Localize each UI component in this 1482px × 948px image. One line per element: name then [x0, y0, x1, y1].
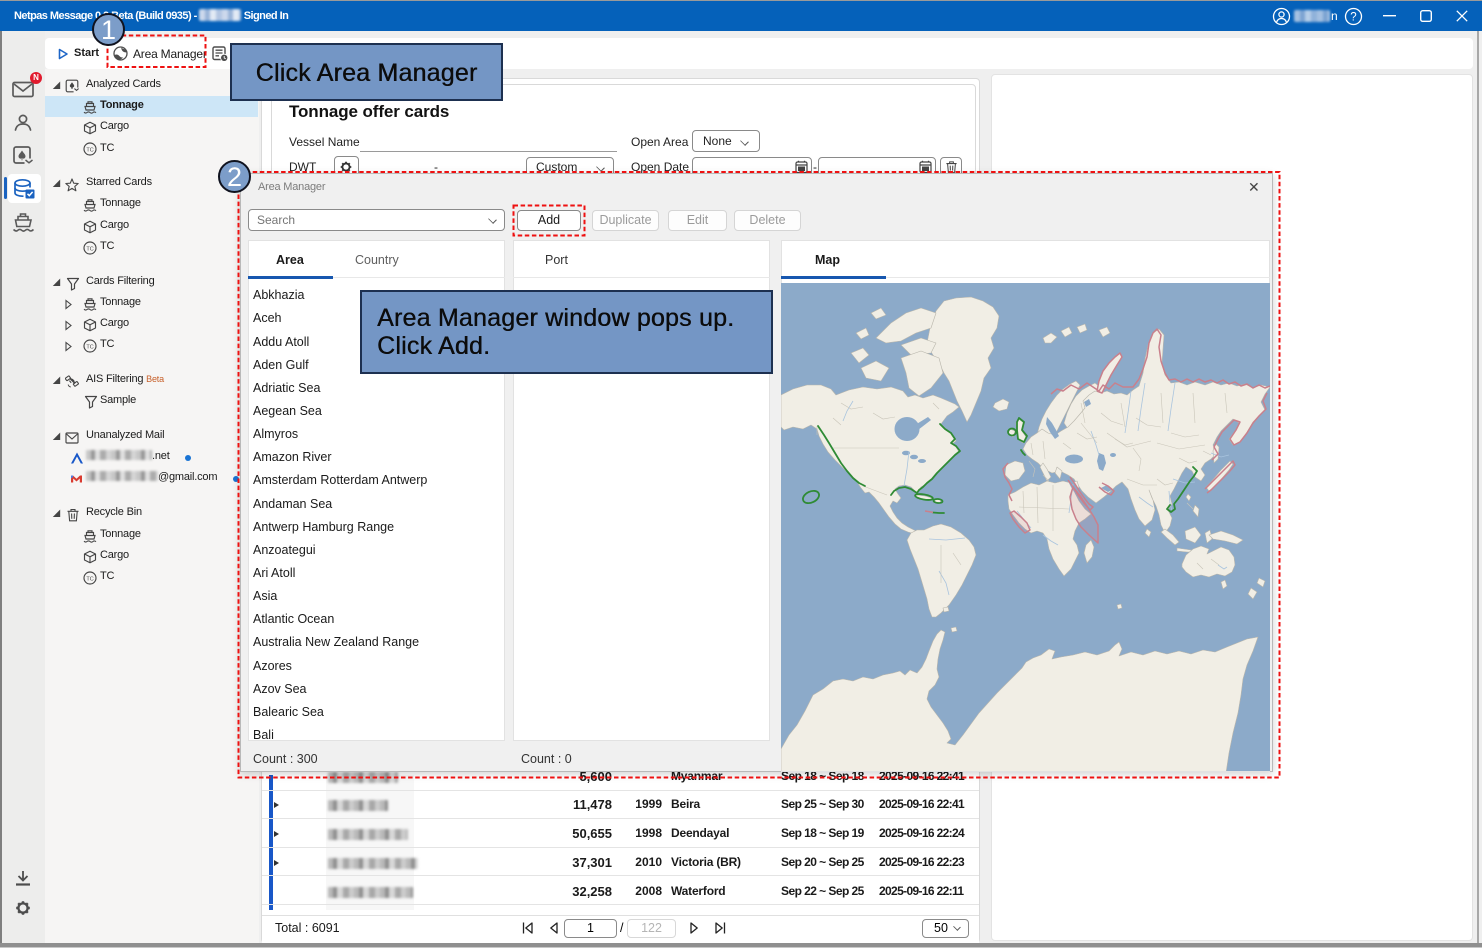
- svg-text:TC: TC: [86, 576, 93, 582]
- svg-text:TC: TC: [86, 344, 93, 350]
- svg-text:TC: TC: [86, 147, 93, 153]
- svg-text:TC: TC: [86, 246, 93, 252]
- svg-text:?: ?: [1350, 12, 1356, 24]
